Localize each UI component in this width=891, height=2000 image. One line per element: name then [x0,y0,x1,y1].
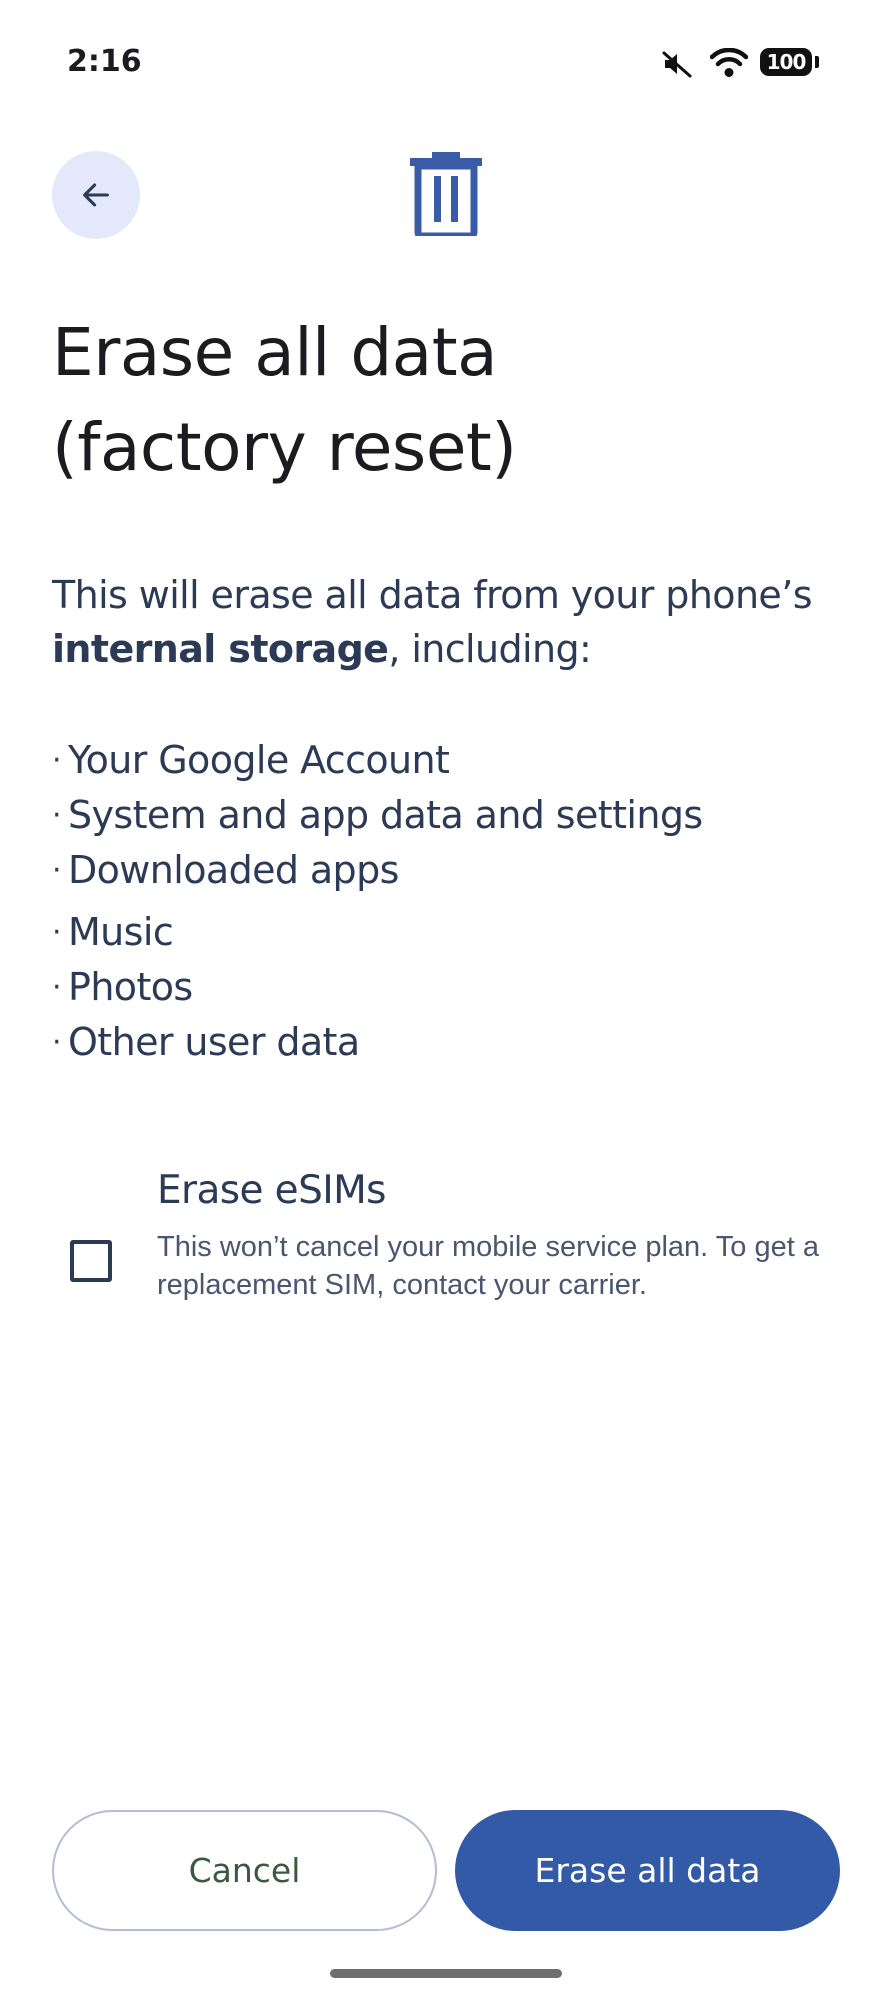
erase-esims-title: Erase eSIMs [157,1168,387,1213]
page-title: Erase all data (factory reset) [52,305,852,495]
battery-icon: 100 [760,48,812,76]
erase-items-list: · Your Google Account · System and app dat… [52,733,852,1070]
home-indicator[interactable] [330,1969,562,1978]
erase-esims-checkbox[interactable] [70,1240,112,1282]
intro-bold: internal storage [52,627,389,671]
list-item: · Photos [52,965,193,1009]
list-item: · Other user data [52,1020,360,1064]
title-line-1: Erase all data [52,314,498,391]
battery-tip [815,56,819,68]
list-item: · System and app data and settings [52,793,703,837]
arrow-back-icon [83,183,109,207]
wifi-icon [710,48,748,77]
erase-all-data-button[interactable]: Erase all data [455,1810,840,1931]
intro-text: This will erase all data from your phone… [52,568,852,676]
mute-icon [662,51,692,78]
status-bar: 2:16 100 [0,0,891,120]
intro-part-2: , including: [388,627,592,671]
list-item: · Music [52,910,174,954]
intro-part-1: This will erase all data from your phone… [52,573,812,617]
cancel-button[interactable]: Cancel [52,1810,437,1931]
status-time: 2:16 [67,44,142,79]
title-line-2: (factory reset) [52,409,517,486]
list-item: · Your Google Account [52,738,450,782]
trash-icon [410,152,482,236]
back-button[interactable] [52,151,140,239]
erase-esims-description: This won’t cancel your mobile service pl… [157,1231,819,1301]
list-item: · Downloaded apps [52,848,399,892]
